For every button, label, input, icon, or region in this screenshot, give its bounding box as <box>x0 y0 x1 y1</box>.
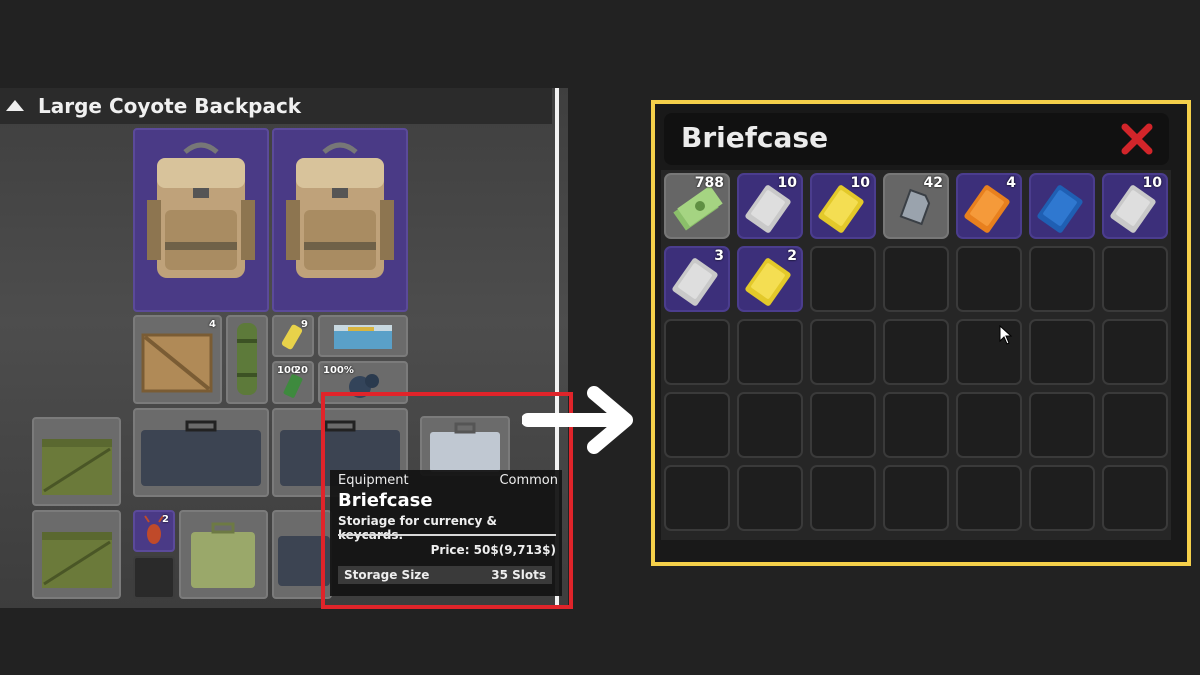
empty-storage-slot[interactable] <box>664 392 730 458</box>
empty-storage-slot[interactable] <box>956 246 1022 312</box>
empty-storage-slot[interactable] <box>1102 465 1168 531</box>
empty-storage-slot[interactable] <box>883 319 949 385</box>
item-count: 3 <box>714 248 724 264</box>
empty-storage-slot[interactable] <box>810 392 876 458</box>
backpack-item-slot[interactable] <box>272 128 408 312</box>
item-count: 2 <box>787 248 797 264</box>
empty-storage-slot[interactable] <box>1029 392 1095 458</box>
storage-slot-2[interactable]: 10 <box>737 173 803 239</box>
supply-box-icon <box>334 325 392 349</box>
empty-storage-slot[interactable] <box>1102 392 1168 458</box>
storage-slot-3[interactable]: 10 <box>810 173 876 239</box>
bottle-item-slot[interactable]: 9 <box>272 315 314 357</box>
empty-storage-slot[interactable] <box>956 392 1022 458</box>
storage-slot-8[interactable]: 3 <box>664 246 730 312</box>
supply-box-item-slot[interactable] <box>318 315 408 357</box>
crate-item-slot[interactable]: 4 <box>133 315 222 404</box>
ammo-box-item-slot[interactable] <box>32 510 121 599</box>
empty-storage-slot[interactable] <box>737 319 803 385</box>
bedroll-item-slot[interactable] <box>226 315 268 404</box>
empty-storage-slot[interactable] <box>1102 319 1168 385</box>
item-count: 42 <box>923 175 943 191</box>
blue-keycard-icon <box>1037 185 1083 233</box>
case-item-slot[interactable] <box>133 408 269 497</box>
close-icon[interactable] <box>1120 122 1154 156</box>
empty-storage-slot[interactable] <box>737 392 803 458</box>
empty-storage-slot[interactable] <box>1102 246 1168 312</box>
storage-slot-4[interactable]: 42 <box>883 173 949 239</box>
item-count: 4 <box>209 319 216 330</box>
empty-storage-slot[interactable] <box>664 465 730 531</box>
empty-storage-slot[interactable] <box>883 465 949 531</box>
bedroll-icon <box>237 323 257 395</box>
empty-slot[interactable] <box>133 556 175 599</box>
backpack-header[interactable]: Large Coyote Backpack <box>0 88 552 124</box>
battery-charge-count: 20 <box>294 365 308 376</box>
empty-storage-slot[interactable] <box>664 319 730 385</box>
case-icon <box>141 420 261 486</box>
briefcase-title: Briefcase <box>681 121 829 154</box>
item-count: 10 <box>850 175 870 191</box>
item-count: 10 <box>1142 175 1162 191</box>
collapse-triangle-icon[interactable] <box>6 100 24 111</box>
empty-storage-slot[interactable] <box>956 465 1022 531</box>
mask-durability: 100% <box>323 365 354 376</box>
empty-storage-slot[interactable] <box>737 465 803 531</box>
empty-storage-slot[interactable] <box>810 319 876 385</box>
briefcase-grid: 788 10 10 42 4 10 3 2 <box>661 170 1171 540</box>
empty-storage-slot[interactable] <box>883 392 949 458</box>
storage-slot-6[interactable] <box>1029 173 1095 239</box>
item-count: 2 <box>162 514 169 525</box>
item-count: 788 <box>694 175 724 191</box>
empty-storage-slot[interactable] <box>1029 319 1095 385</box>
wooden-crate-icon <box>141 333 213 393</box>
empty-storage-slot[interactable] <box>1029 246 1095 312</box>
ammo-box-icon <box>42 439 112 495</box>
storage-slot-5[interactable]: 4 <box>956 173 1022 239</box>
item-count: 9 <box>301 319 308 330</box>
ammo-box-item-slot[interactable] <box>32 417 121 506</box>
backpack-item-slot[interactable] <box>133 128 269 312</box>
green-case-item-slot[interactable] <box>179 510 268 599</box>
item-count: 10 <box>777 175 797 191</box>
empty-storage-slot[interactable] <box>810 465 876 531</box>
backpack-icon <box>286 142 394 278</box>
briefcase-title-bar: Briefcase <box>664 113 1169 165</box>
green-case-icon <box>191 522 255 588</box>
empty-storage-slot[interactable] <box>810 246 876 312</box>
storage-slot-9[interactable]: 2 <box>737 246 803 312</box>
ammo-box-icon <box>42 532 112 588</box>
storage-slot-1[interactable]: 788 <box>664 173 730 239</box>
right-arrow-icon <box>522 386 633 454</box>
storage-slot-7[interactable]: 10 <box>1102 173 1168 239</box>
empty-storage-slot[interactable] <box>1029 465 1095 531</box>
backpack-icon <box>147 142 255 278</box>
mouse-cursor-icon <box>999 325 1013 345</box>
empty-storage-slot[interactable] <box>883 246 949 312</box>
beetle-item-slot[interactable]: 2 <box>133 510 175 552</box>
battery-item-slot[interactable]: 100 20 <box>272 361 314 404</box>
item-count: 4 <box>1006 175 1016 191</box>
backpack-title: Large Coyote Backpack <box>38 94 302 118</box>
